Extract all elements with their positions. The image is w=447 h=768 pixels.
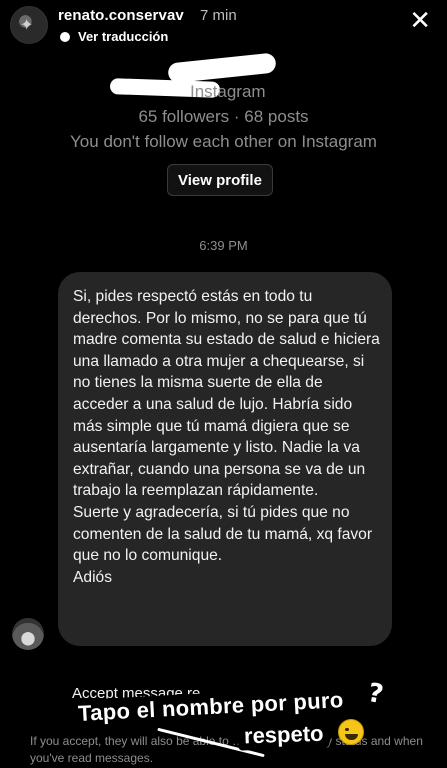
redaction-scribble (167, 52, 277, 84)
story-username[interactable]: renato.conservav (58, 7, 184, 24)
view-profile-button[interactable]: View profile (167, 164, 273, 196)
profile-source: Instagram (190, 82, 266, 101)
sender-avatar[interactable] (12, 618, 44, 650)
close-icon[interactable]: ✕ (409, 8, 431, 34)
follow-status-note: You don't follow each other on Instagram (70, 132, 377, 151)
message-bubble[interactable]: Si, pides respectó estás en todo tu dere… (58, 272, 392, 646)
profile-stats: 65 followers · 68 posts (138, 107, 309, 126)
translate-label: Ver traducción (78, 29, 169, 44)
story-avatar[interactable]: ✦ (10, 6, 48, 44)
avatar-glyph: ✦ (20, 15, 34, 34)
caption-line-2: respeto (237, 719, 330, 751)
message-text: Si, pides respectó estás en todo tu dere… (73, 288, 380, 586)
translate-icon (60, 32, 70, 42)
story-caption: Tapo el nombre por puro ? respeto (60, 678, 420, 763)
story-time: 7 min (200, 7, 237, 24)
question-mark-sticker: ? (365, 677, 386, 711)
translate-button[interactable]: Ver traducción (60, 29, 168, 44)
laughing-face-emoji-icon (338, 719, 364, 745)
message-timestamp: 6:39 PM (199, 238, 248, 253)
story-header: ✦ renato.conservav 7 min Ver traducción … (0, 0, 447, 52)
